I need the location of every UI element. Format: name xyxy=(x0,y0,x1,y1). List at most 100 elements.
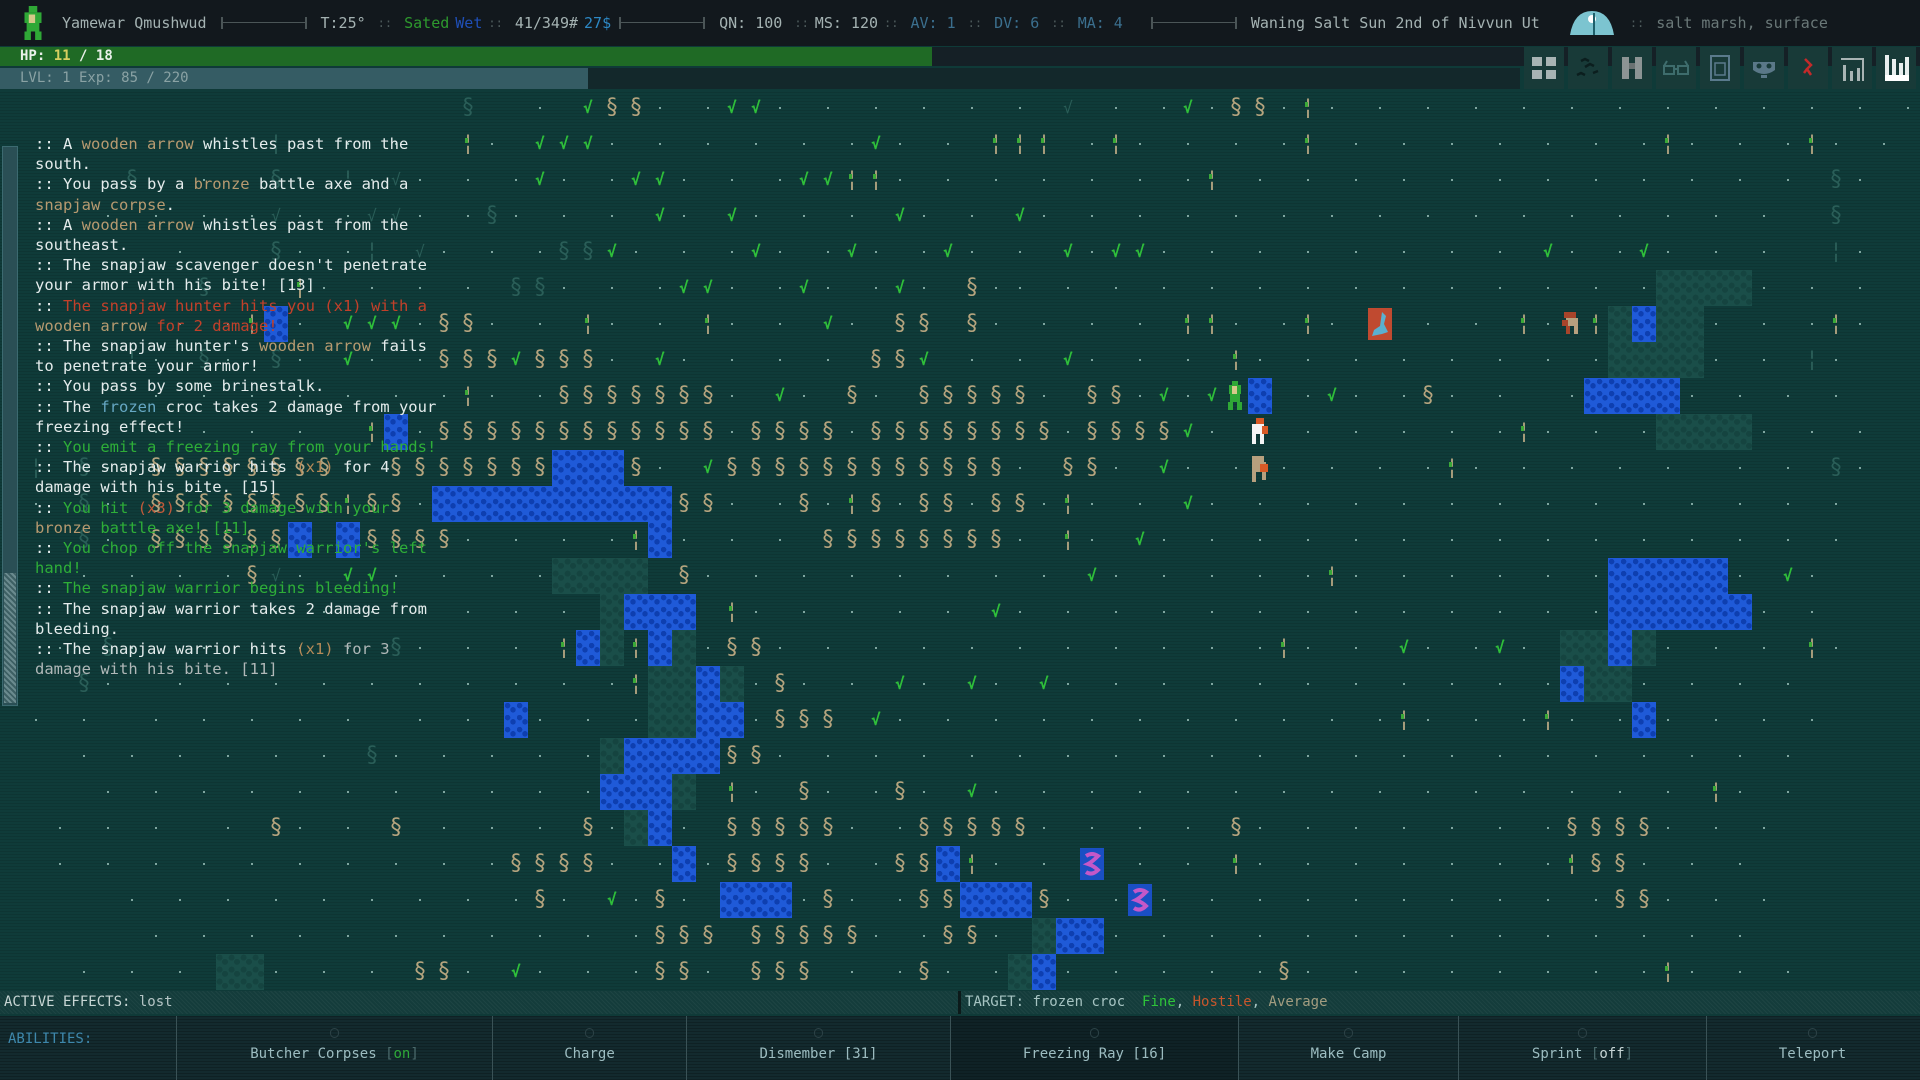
map-tile-dot xyxy=(1440,738,1464,774)
map-tile-reed: § xyxy=(917,887,931,912)
map-tile-reed: § xyxy=(965,455,979,480)
map-tile-reed: § xyxy=(461,455,475,480)
map-tile-dot xyxy=(840,954,864,990)
map-tile-dot xyxy=(1728,126,1752,162)
log-segment: :: The xyxy=(35,397,101,416)
map-tile-dot xyxy=(912,918,936,954)
map-tile-dot xyxy=(576,774,600,810)
eel-2-icon[interactable] xyxy=(1128,882,1152,918)
map-tile-grass: √ xyxy=(583,98,593,117)
map-tile-dot xyxy=(120,882,144,918)
log-segment: :: The snapjaw warrior takes 2 damage fr… xyxy=(35,599,427,618)
map-tile-reed: § xyxy=(917,455,931,480)
glasses-button[interactable] xyxy=(1656,47,1696,89)
binoculars-button[interactable] xyxy=(1612,47,1652,89)
map-tile-dot xyxy=(1056,594,1080,630)
map-tile-dot xyxy=(1704,810,1728,846)
snapjaw-hunter-icon[interactable] xyxy=(1560,306,1584,342)
map-tile-dot xyxy=(1080,810,1104,846)
snapjaw-warrior-icon[interactable] xyxy=(1248,414,1272,450)
map-tile-grass: √ xyxy=(1327,386,1337,405)
log-scrollbar-thumb[interactable] xyxy=(4,573,16,703)
map-tile-dot xyxy=(1080,486,1104,522)
map-tile-dot xyxy=(1152,270,1176,306)
map-tile-dot xyxy=(600,306,624,342)
map-tile-reed: § xyxy=(533,851,547,876)
map-tile-dot xyxy=(1704,342,1728,378)
ability-freezing-ray[interactable]: Freezing Ray [16] xyxy=(950,1016,1238,1080)
bar-chart-button[interactable] xyxy=(1876,47,1916,89)
map-tile-dot xyxy=(1392,378,1416,414)
map-tile-dot xyxy=(840,558,864,594)
player-portrait-icon[interactable] xyxy=(20,6,46,40)
map-tile-stalk: ¦ xyxy=(1656,954,1680,990)
log-segment: whistles past from the xyxy=(193,215,409,234)
ability-teleport[interactable]: Teleport xyxy=(1706,1016,1918,1080)
map-tile-reed: § xyxy=(1013,419,1027,444)
map-tile-water xyxy=(456,486,480,522)
map-tile-water xyxy=(576,450,600,486)
map-tile-dot xyxy=(480,810,504,846)
map-tile-dot xyxy=(1272,306,1296,342)
map-tile-reed: § xyxy=(1277,959,1291,984)
log-segment: wooden arrow xyxy=(81,215,194,234)
map-tile-dot xyxy=(1152,954,1176,990)
map-tile-dot xyxy=(912,90,936,126)
map-tile-dot xyxy=(1728,162,1752,198)
frozen-croc-icon[interactable] xyxy=(1368,306,1392,342)
ability-dismember[interactable]: Dismember [31] xyxy=(686,1016,950,1080)
stats-button[interactable] xyxy=(1832,47,1872,89)
map-tile-reed: § xyxy=(869,419,883,444)
grid-view-button[interactable] xyxy=(1524,47,1564,89)
map-tile-reed: § xyxy=(917,815,931,840)
map-tile-dot xyxy=(72,954,96,990)
map-tile-reed: § xyxy=(797,707,811,732)
map-tile-grass: √ xyxy=(847,242,857,261)
map-tile-dot xyxy=(792,882,816,918)
map-tile-dot xyxy=(1728,846,1752,882)
player-icon[interactable] xyxy=(1224,378,1248,414)
map-tile-dot xyxy=(72,702,96,738)
map-tile-dot xyxy=(1464,702,1488,738)
ability-butcher-corpses[interactable]: Butcher Corpses [on] xyxy=(176,1016,492,1080)
ability-sprint[interactable]: Sprint [off] xyxy=(1458,1016,1706,1080)
map-tile-dot xyxy=(552,162,576,198)
map-tile-reed: § xyxy=(1133,419,1147,444)
map-tile-dot xyxy=(1680,522,1704,558)
map-tile-reed: § xyxy=(965,923,979,948)
ability-make-camp[interactable]: Make Camp xyxy=(1238,1016,1458,1080)
map-trail-button[interactable] xyxy=(1568,47,1608,89)
map-tile-dot xyxy=(1392,666,1416,702)
mask-button[interactable] xyxy=(1744,47,1784,89)
map-tile-grass: √ xyxy=(703,278,713,297)
map-tile-dot xyxy=(1320,306,1344,342)
log-scrollbar[interactable] xyxy=(2,146,18,706)
eel-1-icon[interactable] xyxy=(1080,846,1104,882)
map-tile-dot xyxy=(1464,306,1488,342)
map-tile-dot xyxy=(1176,162,1200,198)
ability-charge[interactable]: Charge xyxy=(492,1016,686,1080)
map-tile-reed: § xyxy=(557,347,571,372)
map-tile-dot xyxy=(1344,918,1368,954)
log-line: wooden arrow for 2 damage! xyxy=(35,316,455,336)
map-tile-reed: § xyxy=(1613,887,1627,912)
map-tile-dot xyxy=(1200,954,1224,990)
map-tile-dstalk: ¦ xyxy=(1829,239,1843,264)
map-tile-dot xyxy=(960,342,984,378)
map-tile-grass: √ xyxy=(895,206,905,225)
map-tile-dot xyxy=(1344,558,1368,594)
map-tile-dot xyxy=(1536,414,1560,450)
map-tile-dot xyxy=(1200,882,1224,918)
map-tile-reed: § xyxy=(869,491,883,516)
map-tile-reed: § xyxy=(701,383,715,408)
snapjaw-scavenger-icon[interactable] xyxy=(1248,450,1272,486)
map-tile-reed: § xyxy=(1421,383,1435,408)
journal-button[interactable] xyxy=(1700,47,1740,89)
map-tile-reed: § xyxy=(965,815,979,840)
map-tile-reed: § xyxy=(965,419,979,444)
map-tile-dot xyxy=(1512,702,1536,738)
map-tile-dot xyxy=(1464,198,1488,234)
map-tile-dot xyxy=(1440,234,1464,270)
red-symbol-button[interactable] xyxy=(1788,47,1828,89)
map-tile-stalk: ¦ xyxy=(552,630,576,666)
